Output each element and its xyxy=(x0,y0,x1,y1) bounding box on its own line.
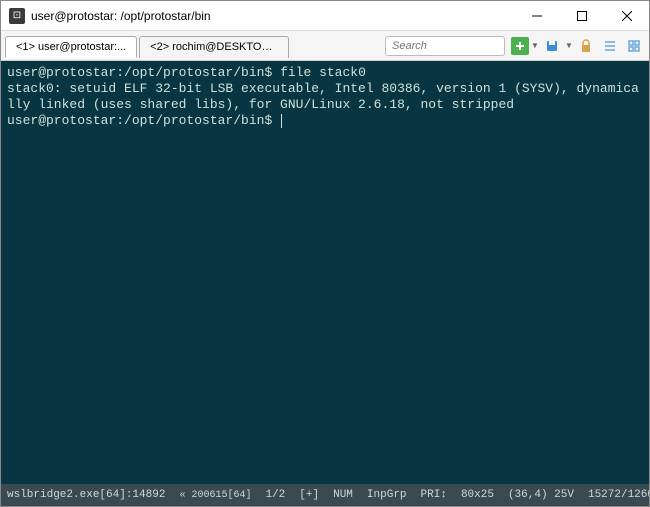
view-list-button[interactable] xyxy=(599,35,621,57)
cursor xyxy=(281,114,282,128)
window-title: user@protostar: /opt/protostar/bin xyxy=(31,9,211,23)
status-input-group: InpGrp xyxy=(367,489,407,501)
close-button[interactable] xyxy=(604,1,649,31)
status-arrows: « 200615[64] xyxy=(179,490,251,501)
status-num: NUM xyxy=(333,489,353,501)
status-cursor-pos: (36,4) 25V xyxy=(508,489,574,501)
minimize-icon xyxy=(532,11,542,21)
grid-icon xyxy=(627,39,641,53)
status-page: 1/2 xyxy=(265,489,285,501)
prompt-2: user@protostar:/opt/protostar/bin$ xyxy=(7,113,272,128)
tab-1[interactable]: <1> user@protostar:... xyxy=(5,36,137,58)
plus-icon xyxy=(515,41,525,51)
new-tab-button[interactable] xyxy=(511,37,529,55)
terminal-output[interactable]: user@protostar:/opt/protostar/bin$ file … xyxy=(1,61,649,484)
search-input[interactable] xyxy=(385,36,505,56)
view-grid-button[interactable] xyxy=(623,35,645,57)
save-dropdown[interactable]: ▼ xyxy=(565,35,573,57)
tab-bar: <1> user@protostar:... <2> rochim@DESKTO… xyxy=(5,35,289,57)
window-titlebar: ⊡ user@protostar: /opt/protostar/bin xyxy=(1,1,649,31)
status-flag: [+] xyxy=(299,489,319,501)
lock-button[interactable] xyxy=(575,35,597,57)
prompt-1: user@protostar:/opt/protostar/bin$ xyxy=(7,65,272,80)
status-size: 80x25 xyxy=(461,489,494,501)
new-tab-dropdown[interactable]: ▼ xyxy=(531,35,539,57)
lock-icon xyxy=(580,39,592,53)
command-1: file stack0 xyxy=(280,65,366,80)
maximize-button[interactable] xyxy=(559,1,604,31)
maximize-icon xyxy=(577,11,587,21)
toolbar: <1> user@protostar:... <2> rochim@DESKTO… xyxy=(1,31,649,61)
tab-2[interactable]: <2> rochim@DESKTOP-... xyxy=(139,36,289,58)
app-icon: ⊡ xyxy=(9,8,25,24)
status-memory: 15272/12608 xyxy=(588,489,650,501)
disk-icon xyxy=(545,39,559,53)
save-button[interactable] xyxy=(541,35,563,57)
status-priority: PRI↕ xyxy=(421,489,447,501)
list-icon xyxy=(603,39,617,53)
status-process: wslbridge2.exe[64]:14892 xyxy=(7,489,165,501)
minimize-button[interactable] xyxy=(514,1,559,31)
status-bar: wslbridge2.exe[64]:14892 « 200615[64] 1/… xyxy=(1,484,649,506)
output-line: stack0: setuid ELF 32-bit LSB executable… xyxy=(7,81,639,112)
close-icon xyxy=(622,11,632,21)
